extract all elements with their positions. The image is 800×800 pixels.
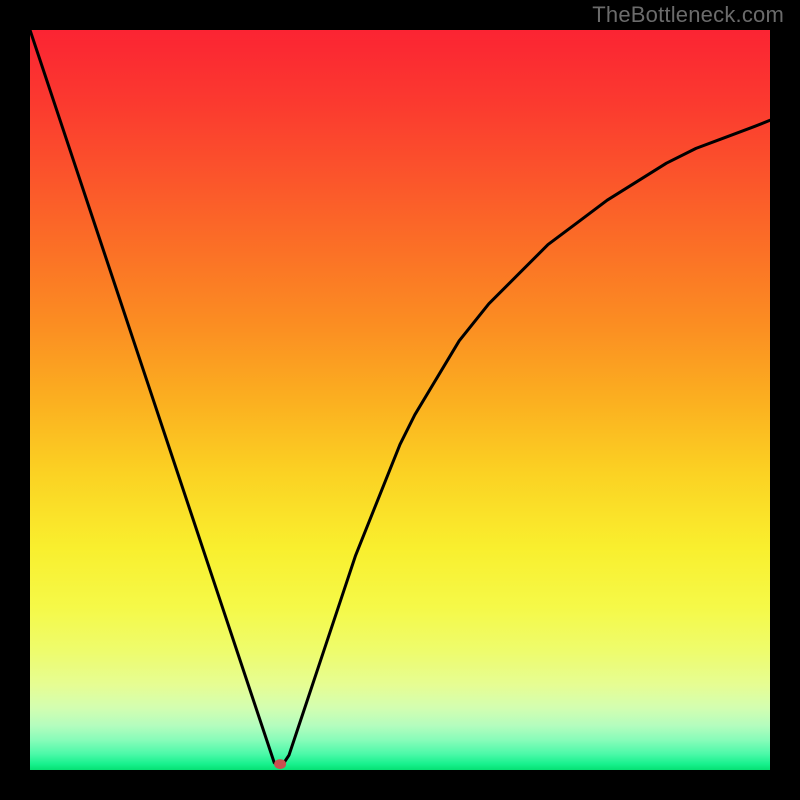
plot-area <box>30 30 770 770</box>
gradient-background <box>30 30 770 770</box>
chart-container: TheBottleneck.com <box>0 0 800 800</box>
chart-svg <box>30 30 770 770</box>
watermark-text: TheBottleneck.com <box>592 2 784 28</box>
bottleneck-point-marker <box>274 759 286 769</box>
